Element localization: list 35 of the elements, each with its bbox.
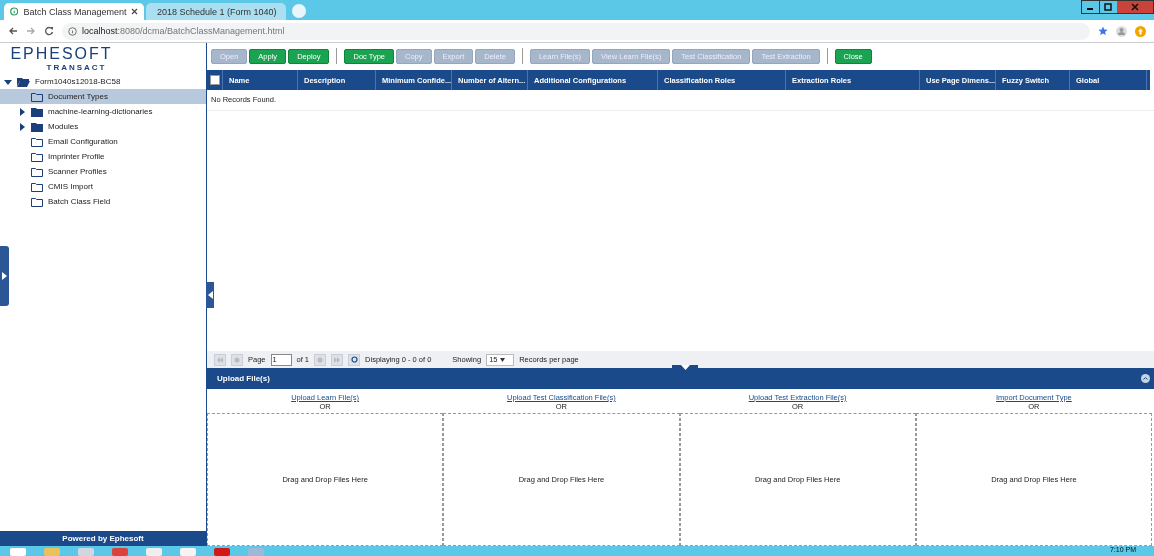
tree-item[interactable]: Batch Class Field <box>0 194 206 209</box>
star-icon[interactable] <box>1098 26 1108 36</box>
reload-icon[interactable] <box>44 26 54 36</box>
address-bar[interactable]: localhost:8080/dcma/BatchClassManagement.html <box>62 22 1090 40</box>
tree-item[interactable]: Modules <box>0 119 206 134</box>
tree-item[interactable]: machine-learning-dictionaries <box>0 104 206 119</box>
select-all-checkbox[interactable] <box>209 75 220 85</box>
tree-item[interactable]: Email Configuration <box>0 134 206 149</box>
open-folder-icon <box>17 76 30 87</box>
logo: EPHESOFT TRANSACT <box>9 44 114 74</box>
panel-title: Upload File(s) <box>217 374 270 383</box>
tab-title: 2018 Schedule 1 (Form 1040) <box>157 6 277 17</box>
tree-item[interactable]: Scanner Profiles <box>0 164 206 179</box>
collapse-panel-handle[interactable] <box>672 365 698 371</box>
refresh-icon[interactable] <box>348 353 361 366</box>
forward-icon[interactable] <box>26 26 36 36</box>
tree-item[interactable]: CMIS Import <box>0 179 206 194</box>
dropdown-caret-icon <box>500 357 506 362</box>
info-icon <box>10 7 19 16</box>
expand-handle[interactable] <box>0 246 9 306</box>
collapse-handle[interactable] <box>206 282 214 308</box>
tree-item[interactable]: Form1040s12018-BC58 <box>0 74 206 89</box>
powered-by-footer: Powered by Ephesoft <box>0 531 206 546</box>
browser-tab[interactable]: 2018 Schedule 1 (Form 1040) <box>146 3 286 20</box>
pdf-icon[interactable] <box>212 548 232 556</box>
close-icon[interactable] <box>131 8 138 15</box>
tree-item[interactable]: Document Types <box>0 89 206 104</box>
tree-item[interactable]: Imprinter Profile <box>0 149 206 164</box>
collapse-icon[interactable] <box>1141 374 1150 383</box>
browser-tab[interactable]: Batch Class Management <box>4 3 144 20</box>
tab-title: Batch Class Management <box>23 6 127 17</box>
back-icon[interactable] <box>8 26 18 36</box>
close-icon[interactable] <box>1117 1 1153 13</box>
profile-icon[interactable] <box>1116 25 1127 37</box>
expanded-icon[interactable] <box>4 77 12 86</box>
